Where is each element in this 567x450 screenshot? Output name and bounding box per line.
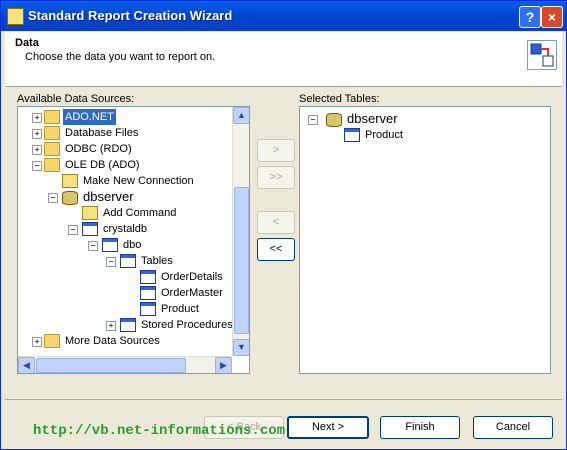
expand-toggle[interactable]: + (32, 129, 42, 139)
tree-node-label: OrderMaster (161, 287, 223, 299)
selected-tables-tree[interactable]: − dbserver Product (299, 106, 551, 374)
tree-node-label: Database Files (65, 127, 139, 139)
tables-folder-icon (120, 254, 136, 269)
folder-icon (44, 158, 60, 173)
step-title: Data (15, 37, 39, 49)
tree-node-label: Stored Procedures (141, 319, 233, 331)
tree-node-database-files[interactable]: + Database Files (32, 125, 140, 141)
wizard-window: Standard Report Creation Wizard ? × Data… (0, 0, 567, 450)
tree-node-stored-procedures[interactable]: + Stored Procedures (106, 317, 235, 333)
tree-node-ole-db-ado[interactable]: − OLE DB (ADO) (32, 157, 142, 173)
tree-node-add-command[interactable]: Add Command (82, 205, 178, 221)
table-icon (140, 286, 156, 301)
stored-procedures-icon (120, 318, 136, 333)
tree-node-dbserver[interactable]: − dbserver (48, 189, 136, 206)
table-icon (344, 128, 360, 143)
tree-node-ordermaster[interactable]: OrderMaster (140, 285, 225, 301)
collapse-toggle[interactable]: − (88, 241, 98, 251)
tree-node-ado-net[interactable]: + ADO.NET (32, 109, 116, 125)
tree-node-crystaldb[interactable]: − crystaldb (68, 221, 149, 237)
folder-icon (44, 142, 60, 157)
expand-toggle[interactable]: + (32, 113, 42, 123)
tree-node-odbc-rdo[interactable]: + ODBC (RDO) (32, 141, 134, 157)
tree-node-more-data-sources[interactable]: + More Data Sources (32, 333, 162, 349)
horizontal-scroll-thumb[interactable] (36, 358, 186, 373)
close-button[interactable]: × (541, 6, 563, 28)
new-connection-icon (62, 174, 78, 189)
database-icon (82, 222, 98, 237)
horizontal-scrollbar[interactable]: ◀ ▶ (18, 356, 232, 373)
available-data-sources-tree[interactable]: + ADO.NET + Database Files + ODBC (RDO) … (17, 106, 250, 374)
next-button[interactable]: Next > (287, 416, 369, 439)
vertical-scroll-thumb[interactable] (234, 187, 249, 334)
expand-toggle[interactable]: + (32, 337, 42, 347)
database-server-icon (326, 113, 342, 128)
finish-button[interactable]: Finish (380, 416, 460, 439)
scroll-right-icon[interactable]: ▶ (215, 357, 232, 373)
selected-node-dbserver[interactable]: − dbserver (308, 111, 400, 128)
wizard-header: Data Choose the data you want to report … (5, 32, 562, 87)
scroll-down-icon[interactable]: ▼ (233, 339, 249, 356)
collapse-toggle[interactable]: − (48, 193, 58, 203)
tree-node-orderdetails[interactable]: OrderDetails (140, 269, 225, 285)
collapse-toggle[interactable]: − (308, 115, 318, 125)
step-subtitle: Choose the data you want to report on. (25, 51, 216, 63)
folder-icon (44, 334, 60, 349)
remove-table-button[interactable]: < (257, 211, 295, 234)
help-button[interactable]: ? (519, 6, 541, 28)
database-server-icon (62, 191, 78, 206)
tree-node-label: OrderDetails (161, 271, 223, 283)
tree-node-make-new-connection[interactable]: Make New Connection (62, 173, 196, 189)
wizard-app-icon (7, 8, 24, 25)
watermark-url: http://vb.net-informations.com (33, 423, 286, 439)
add-command-icon (82, 206, 98, 221)
title-bar[interactable]: Standard Report Creation Wizard ? × (1, 1, 566, 31)
tree-node-dbo[interactable]: − dbo (88, 237, 143, 253)
data-link-icon (527, 40, 557, 70)
tree-node-label: Add Command (103, 207, 177, 219)
folder-icon (44, 126, 60, 141)
schema-icon (102, 238, 118, 253)
tree-node-label: ADO.NET (63, 109, 116, 125)
add-table-button[interactable]: > (257, 139, 295, 162)
tree-node-label: More Data Sources (65, 335, 160, 347)
remove-all-button[interactable]: << (257, 238, 295, 261)
tree-node-tables[interactable]: − Tables (106, 253, 175, 269)
scroll-up-icon[interactable]: ▲ (233, 107, 249, 124)
add-all-button[interactable]: >> (257, 166, 295, 189)
tree-node-label: ODBC (RDO) (65, 143, 132, 155)
footer-divider (5, 399, 562, 400)
tree-node-label: Tables (141, 255, 173, 267)
table-icon (140, 302, 156, 317)
tree-node-label: dbserver (83, 189, 134, 204)
available-data-sources-label: Available Data Sources: (17, 93, 135, 105)
tree-node-label: Product (365, 129, 403, 141)
collapse-toggle[interactable]: − (68, 225, 78, 235)
vertical-scrollbar[interactable]: ▲ ▼ (232, 107, 249, 356)
selected-node-product[interactable]: Product (344, 127, 405, 143)
tree-node-label: crystaldb (103, 223, 148, 235)
collapse-toggle[interactable]: − (106, 257, 116, 267)
cancel-button[interactable]: Cancel (473, 416, 553, 439)
scroll-left-icon[interactable]: ◀ (18, 357, 35, 373)
tree-node-label: dbo (123, 239, 142, 251)
tree-node-label: dbserver (347, 111, 398, 126)
tree-node-product[interactable]: Product (140, 301, 201, 317)
tree-node-label: Product (161, 303, 199, 315)
tree-node-label: Make New Connection (83, 175, 194, 187)
selected-tables-label: Selected Tables: (299, 93, 380, 105)
table-icon (140, 270, 156, 285)
collapse-toggle[interactable]: − (32, 161, 42, 171)
expand-toggle[interactable]: + (32, 145, 42, 155)
folder-icon (44, 110, 60, 125)
tree-node-label: OLE DB (ADO) (65, 159, 140, 171)
window-title: Standard Report Creation Wizard (28, 8, 233, 23)
expand-toggle[interactable]: + (106, 321, 116, 331)
